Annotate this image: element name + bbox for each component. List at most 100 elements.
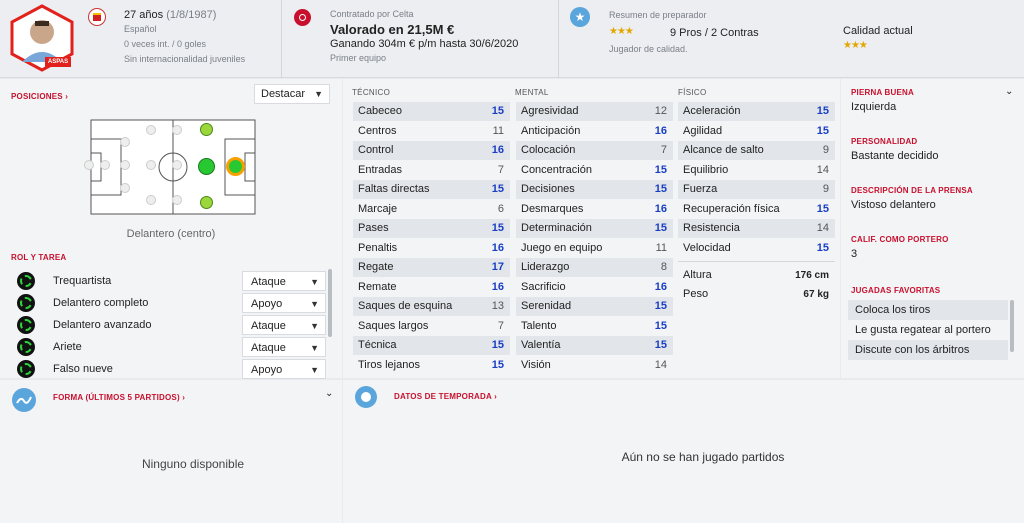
attribute-name: Equilibrio [683, 163, 729, 176]
attribute-value: 11 [492, 124, 504, 137]
duty-dropdown[interactable]: Ataque ▼ [242, 315, 326, 335]
scout-title: Resumen de preparador [609, 10, 707, 20]
form-title[interactable]: FORMA (ÚLTIMOS 5 PARTIDOS) › [53, 393, 185, 402]
moves-scrollbar[interactable] [1010, 300, 1014, 352]
height-value: 176 cm [795, 270, 829, 281]
attribute-row: Aceleración 15 [678, 102, 835, 121]
attribute-value: 15 [816, 124, 829, 137]
role-icon [17, 360, 35, 378]
nationality-flag-icon [88, 8, 106, 26]
duty-dropdown[interactable]: Ataque ▼ [242, 337, 326, 357]
chevron-down-icon[interactable]: ⌄ [325, 388, 333, 399]
mental-title: MENTAL [515, 88, 549, 97]
role-row[interactable]: Falso nueve Apoyo ▼ [15, 359, 326, 379]
physical-title: FÍSICO [678, 88, 707, 97]
attribute-name: Determinación [521, 222, 592, 234]
positions-title[interactable]: POSICIONES › [11, 92, 68, 101]
chevron-down-icon: ▼ [310, 365, 319, 375]
position-dot [120, 183, 130, 193]
attribute-value: 16 [491, 144, 504, 156]
attribute-value: 16 [491, 241, 504, 254]
role-icon [17, 272, 35, 290]
attribute-value: 16 [654, 202, 667, 215]
attribute-value: 15 [654, 339, 667, 351]
attribute-row: Saques largos 7 [353, 317, 510, 336]
attribute-value: 14 [816, 222, 829, 234]
chevron-down-icon: ▼ [310, 299, 319, 309]
foot-label: PIERNA BUENA [851, 88, 914, 97]
attribute-value: 15 [491, 105, 504, 117]
attributes-panel: TÉCNICO MENTAL FÍSICO Cabeceo 15 Centros 11… [343, 79, 840, 378]
chevron-down-icon: ▼ [314, 89, 323, 99]
attribute-value: 14 [654, 358, 667, 371]
attribute-value: 16 [491, 280, 504, 293]
positions-panel: POSICIONES › Destacar ▼ Delantero (centr… [0, 79, 342, 379]
attribute-row: Valentía 15 [516, 336, 673, 355]
press-value: Vistoso delantero [851, 199, 936, 211]
highlight-dropdown[interactable]: Destacar ▼ [254, 84, 330, 104]
attribute-name: Decisiones [521, 183, 575, 195]
player-age: 27 años [124, 9, 164, 21]
attribute-name: Sacrificio [521, 280, 566, 293]
favourite-move: Discute con los árbitros [848, 340, 1008, 360]
position-label: Delantero (centro) [126, 228, 216, 240]
attribute-value: 11 [655, 241, 667, 254]
attribute-value: 15 [654, 319, 667, 332]
role-row[interactable]: Delantero completo Apoyo ▼ [15, 293, 326, 313]
weight-label: Peso [683, 288, 709, 300]
attribute-value: 7 [497, 163, 504, 176]
role-row[interactable]: Trequartista Ataque ▼ [15, 271, 326, 291]
role-icon [17, 338, 35, 356]
pros-cons[interactable]: 9 Pros / 2 Contras [670, 27, 759, 39]
position-dot [120, 137, 130, 147]
attribute-row: Tiros lejanos 15 [353, 356, 510, 375]
duty-label: Ataque [251, 320, 286, 332]
duty-dropdown[interactable]: Apoyo ▼ [242, 359, 326, 379]
foot-value: Izquierda [851, 101, 897, 113]
position-dot [84, 160, 94, 170]
attribute-name: Recuperación física [683, 202, 780, 215]
duty-dropdown[interactable]: Apoyo ▼ [242, 293, 326, 313]
attribute-name: Penaltis [358, 241, 398, 254]
attribute-value: 6 [497, 202, 504, 215]
player-age-line: 27 años (1/8/1987) [124, 9, 216, 21]
attribute-value: 9 [822, 144, 829, 156]
form-chart-icon [12, 388, 36, 412]
attribute-value: 15 [816, 241, 829, 254]
attribute-row: Regate 17 [353, 258, 510, 277]
attribute-row: Sacrificio 16 [516, 278, 673, 297]
chevron-down-icon[interactable]: ⌄ [1005, 86, 1013, 97]
attribute-row: Resistencia 14 [678, 219, 835, 238]
attribute-row: Desmarques 16 [516, 200, 673, 219]
attribute-row: Concentración 15 [516, 161, 673, 180]
role-row[interactable]: Delantero avanzado Ataque ▼ [15, 315, 326, 335]
role-icon [17, 294, 35, 312]
player-name-tag: ASPAS [45, 57, 71, 67]
attribute-row: Penaltis 16 [353, 239, 510, 258]
attribute-value: 15 [654, 183, 667, 195]
chevron-down-icon: ▼ [310, 343, 319, 353]
position-dot [172, 160, 182, 170]
attribute-value: 14 [816, 163, 829, 176]
chevron-down-icon: ▼ [310, 277, 319, 287]
attribute-name: Visión [521, 358, 551, 371]
attribute-value: 15 [491, 183, 504, 195]
header-divider [558, 0, 559, 78]
form-empty-message: Ninguno disponible [141, 457, 245, 471]
attribute-row: Visión 14 [516, 356, 673, 375]
player-nationality: Español [124, 24, 157, 34]
height-label: Altura [683, 269, 712, 281]
attribute-name: Tiros lejanos [358, 358, 420, 371]
position-dot [146, 125, 156, 135]
attribute-row: Marcaje 6 [353, 200, 510, 219]
season-title[interactable]: DATOS DE TEMPORADA › [394, 392, 497, 401]
duty-dropdown[interactable]: Ataque ▼ [242, 271, 326, 291]
player-value: Valorado en 21,5M € [330, 22, 455, 37]
season-panel: DATOS DE TEMPORADA › Aún no se han jugad… [343, 380, 1024, 523]
role-row[interactable]: Ariete Ataque ▼ [15, 337, 326, 357]
attribute-value: 16 [654, 124, 667, 137]
duty-label: Ataque [251, 342, 286, 354]
attribute-name: Resistencia [683, 222, 740, 234]
attribute-value: 15 [491, 222, 504, 234]
roles-scrollbar[interactable] [328, 269, 332, 337]
